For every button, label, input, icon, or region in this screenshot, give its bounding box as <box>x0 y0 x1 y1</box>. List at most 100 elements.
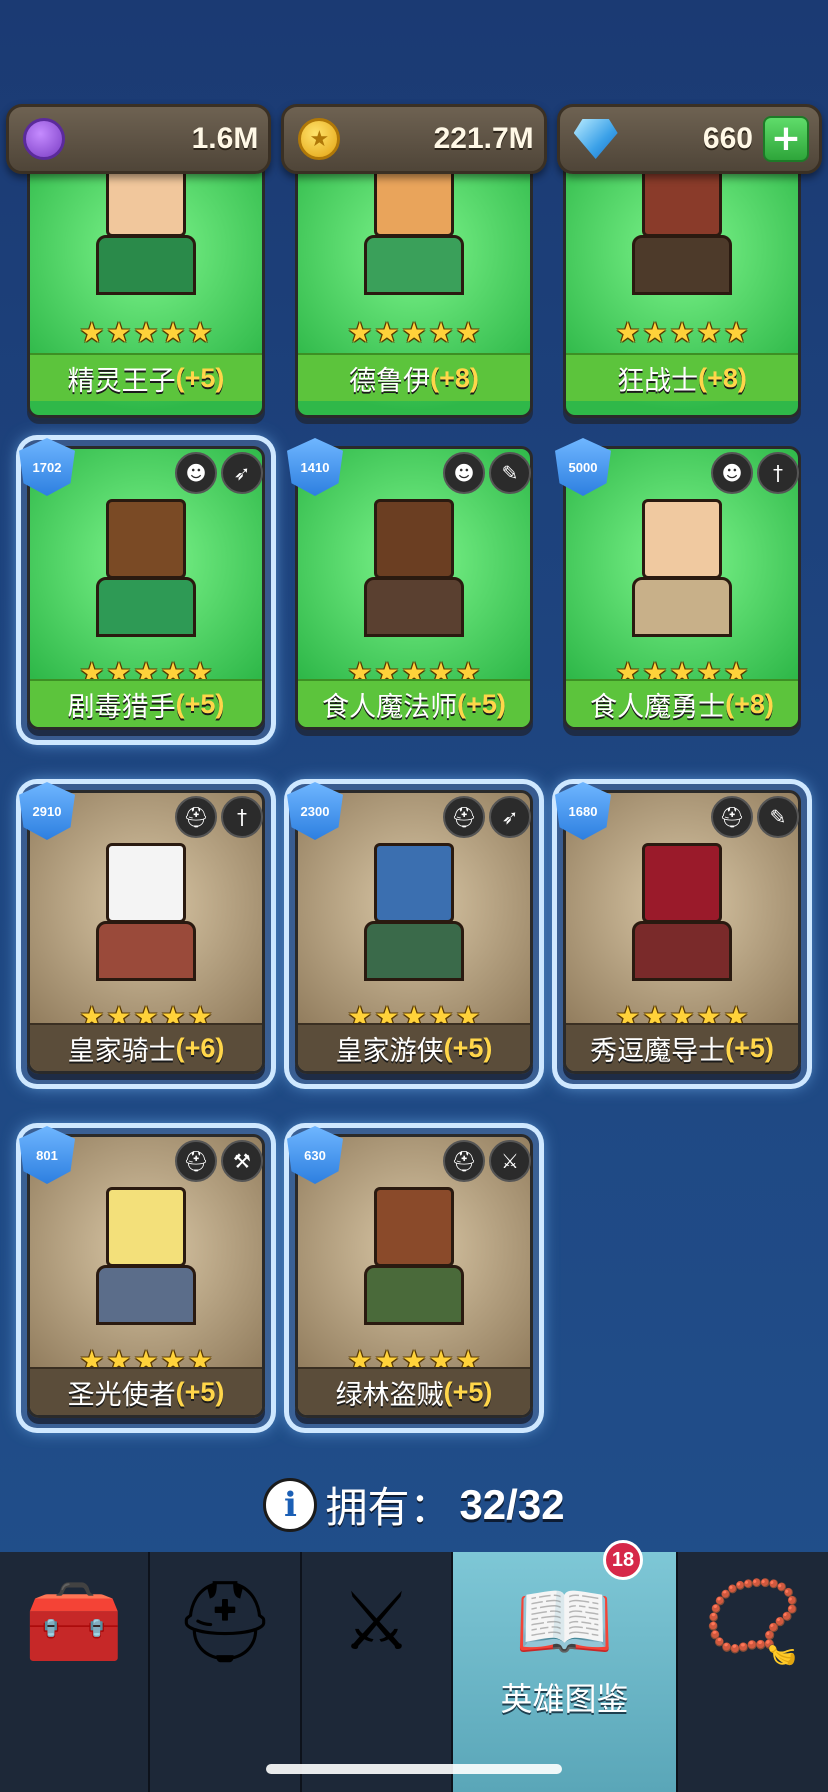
star-rating: ★ ★ ★ ★ ★ <box>566 319 798 347</box>
nav-tab-battle[interactable]: ⚔ <box>302 1552 453 1792</box>
nav-tab-chest[interactable]: 🧰 <box>0 1552 150 1792</box>
hero-name: 圣光使者 <box>67 1379 176 1411</box>
hero-card[interactable]: ★ ★ ★ ★ ★ 精灵王子 (+5) <box>21 134 271 440</box>
orc-race-icon: ☻ <box>175 452 217 494</box>
star-icon: ★ <box>187 316 213 349</box>
hero-portrait <box>86 833 206 983</box>
star-icon: ★ <box>642 316 668 349</box>
hero-name-bar: 狂战士 (+8) <box>566 353 798 401</box>
hero-bonus: (+5) <box>443 1032 493 1063</box>
owned-label: 拥有： <box>325 1483 452 1532</box>
hero-card[interactable]: 1680 ⛑ ✎ ★ ★ ★ ★ ★ 秀逗魔导士 (+5) <box>555 782 807 1084</box>
hero-bonus: (+8) <box>698 362 747 393</box>
hero-body <box>96 1265 196 1325</box>
hero-card[interactable]: 2910 ⛑ † ★ ★ ★ ★ ★ 皇家骑士 (+6) <box>19 782 271 1084</box>
hammer-class-icon: ⚒ <box>221 1140 263 1182</box>
star-icon: ★ <box>455 316 481 349</box>
hero-card[interactable]: 801 ⛑ ⚒ ★ ★ ★ ★ ★ 圣光使者 (+5) <box>19 1126 271 1428</box>
owned-count-row: i 拥有： 32/32 <box>0 1474 828 1535</box>
hero-body <box>632 235 732 295</box>
star-icon: ★ <box>160 316 186 349</box>
codex-book-icon: 📖 <box>514 1575 615 1668</box>
hero-card[interactable]: 1702 ☻ ➶ ★ ★ ★ ★ ★ 剧毒猎手 (+5) <box>19 438 271 740</box>
home-indicator[interactable] <box>266 1764 562 1774</box>
hero-card[interactable]: ★ ★ ★ ★ ★ 狂战士 (+8) <box>557 134 807 440</box>
orc-race-icon: ☻ <box>711 452 753 494</box>
bow-class-icon: ➶ <box>221 452 263 494</box>
star-icon: ★ <box>615 316 641 349</box>
hero-head <box>106 1187 186 1267</box>
hero-body <box>632 577 732 637</box>
staff-class-icon: ✎ <box>489 452 531 494</box>
purple-currency: 1.6M <box>6 104 272 174</box>
nav-tab-amulet[interactable]: 📿 <box>678 1552 828 1792</box>
hero-card[interactable]: 630 ⛑ ⚔ ★ ★ ★ ★ ★ 绿林盗贼 (+5) <box>287 1126 539 1428</box>
hero-name-bar: 剧毒猎手 (+5) <box>30 679 262 727</box>
hero-portrait <box>622 833 742 983</box>
purple-coin-icon <box>23 118 65 160</box>
hero-portrait <box>354 833 474 983</box>
amulet-icon: 📿 <box>703 1575 803 1668</box>
hero-portrait <box>354 1177 474 1327</box>
nav-tab-label: 英雄图鉴 <box>500 1680 629 1718</box>
gem-currency-value: 660 <box>702 122 753 155</box>
hero-name-bar: 食人魔勇士 (+8) <box>566 679 798 727</box>
sword-class-icon: † <box>221 796 263 838</box>
nav-tab-heroes[interactable]: ⛑ <box>150 1552 302 1792</box>
hero-name-bar: 皇家游侠 (+5) <box>298 1023 530 1071</box>
hero-name-bar: 圣光使者 (+5) <box>30 1367 262 1415</box>
hero-bonus: (+8) <box>430 362 479 393</box>
helmet-race-icon: ⛑ <box>443 1140 485 1182</box>
hero-bonus: (+5) <box>457 688 506 719</box>
info-icon[interactable]: i <box>263 1477 318 1532</box>
hero-body <box>364 921 464 981</box>
gold-coin-icon: ★ <box>298 118 341 160</box>
hero-name-bar: 德鲁伊 (+8) <box>298 353 530 401</box>
nav-tab-hero-codex[interactable]: 📖 18 英雄图鉴 <box>453 1540 678 1792</box>
staff-class-icon: ✎ <box>757 796 799 838</box>
hero-head <box>374 499 454 579</box>
star-icon: ★ <box>106 316 132 349</box>
hero-name: 精灵王子 <box>67 365 176 397</box>
hero-body <box>96 235 196 295</box>
hero-bonus: (+5) <box>175 362 225 393</box>
bow-class-icon: ➶ <box>489 796 531 838</box>
hero-bonus: (+5) <box>443 1376 493 1407</box>
hero-head <box>642 843 722 923</box>
gold-currency: ★ 221.7M <box>281 104 547 174</box>
buy-gems-button[interactable]: + <box>762 116 809 162</box>
star-rating: ★ ★ ★ ★ ★ <box>30 319 262 347</box>
gem-currency: 660 + <box>556 104 822 174</box>
hero-name: 绿林盗贼 <box>335 1379 444 1411</box>
hero-name-bar: 皇家骑士 (+6) <box>30 1023 262 1071</box>
hero-name: 皇家骑士 <box>67 1035 176 1067</box>
hero-name: 食人魔勇士 <box>590 691 726 723</box>
star-icon: ★ <box>374 316 400 349</box>
star-icon: ★ <box>347 316 373 349</box>
hero-name-bar: 食人魔法师 (+5) <box>298 679 530 727</box>
hero-card[interactable]: ★ ★ ★ ★ ★ 德鲁伊 (+8) <box>289 134 539 440</box>
hero-portrait <box>354 489 474 639</box>
hero-card[interactable]: 2300 ⛑ ➶ ★ ★ ★ ★ ★ 皇家游侠 (+5) <box>287 782 539 1084</box>
hero-name: 秀逗魔导士 <box>590 1035 726 1067</box>
hero-body <box>364 577 464 637</box>
hero-card[interactable]: 1410 ☻ ✎ ★ ★ ★ ★ ★ 食人魔法师 (+5) <box>287 438 539 740</box>
hero-name: 德鲁伊 <box>349 365 431 397</box>
star-icon: ★ <box>723 316 749 349</box>
hero-portrait <box>86 1177 206 1327</box>
hero-card[interactable]: 5000 ☻ † ★ ★ ★ ★ ★ 食人魔勇士 (+8) <box>555 438 807 740</box>
hero-bonus: (+5) <box>175 1376 225 1407</box>
dagger-class-icon: ⚔ <box>489 1140 531 1182</box>
gold-currency-value: 221.7M <box>433 122 534 155</box>
hero-portrait <box>86 489 206 639</box>
helmet-race-icon: ⛑ <box>711 796 753 838</box>
hero-body <box>364 1265 464 1325</box>
hero-head <box>374 843 454 923</box>
orc-race-icon: ☻ <box>443 452 485 494</box>
hero-head <box>106 499 186 579</box>
star-icon: ★ <box>696 316 722 349</box>
crossed-swords-icon: ⚔ <box>340 1575 413 1668</box>
star-rating: ★ ★ ★ ★ ★ <box>298 319 530 347</box>
purple-currency-value: 1.6M <box>191 122 259 155</box>
hero-body <box>632 921 732 981</box>
